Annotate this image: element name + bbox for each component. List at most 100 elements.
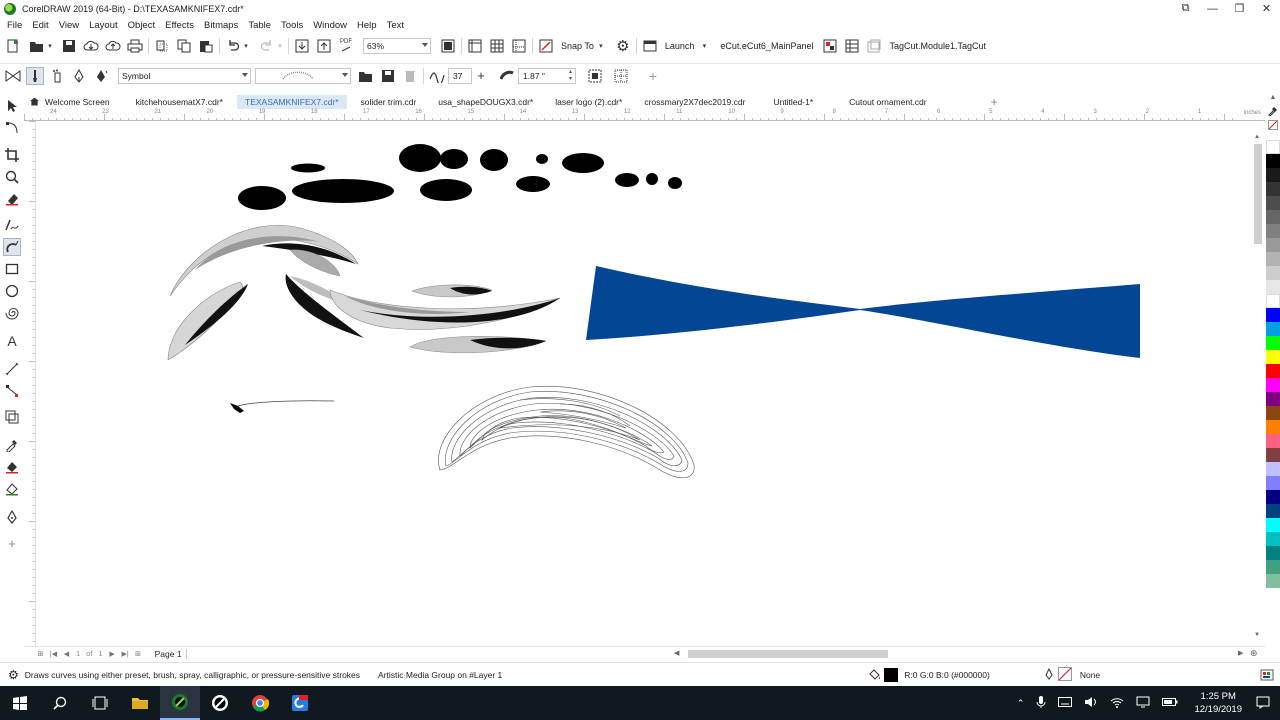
- settings-gear-icon[interactable]: ⚙: [8, 668, 19, 682]
- freehand-smoothing-icon[interactable]: [428, 67, 446, 85]
- palette-swatch[interactable]: [1266, 364, 1280, 378]
- palette-swatch[interactable]: [1266, 490, 1280, 504]
- parallel-dimension-tool-icon[interactable]: [3, 360, 21, 378]
- chrome-icon[interactable]: [240, 686, 280, 720]
- outline-none-swatch[interactable]: [1057, 666, 1072, 683]
- snap-to-dropdown-icon[interactable]: ▾: [594, 37, 608, 55]
- palette-swatch[interactable]: [1266, 210, 1280, 224]
- redo-icon[interactable]: [258, 37, 276, 55]
- zoom-tool-icon[interactable]: [3, 168, 21, 186]
- delete-stroke-icon[interactable]: [401, 67, 419, 85]
- brush-mode-icon[interactable]: [26, 66, 44, 85]
- palette-swatch[interactable]: [1266, 518, 1280, 532]
- menu-tools[interactable]: Tools: [276, 20, 308, 31]
- vertical-ruler[interactable]: [24, 121, 36, 646]
- fill-bucket-icon[interactable]: [868, 668, 882, 682]
- palette-swatch[interactable]: [1266, 560, 1280, 574]
- table-icon[interactable]: [843, 37, 861, 55]
- tab-solider-trim[interactable]: solider trim.cdr: [353, 95, 425, 109]
- maximize-button[interactable]: ❐: [1226, 0, 1253, 17]
- palette-swatch[interactable]: [1266, 462, 1280, 476]
- snap-to-label[interactable]: Snap To: [561, 41, 594, 51]
- expression-mode-icon[interactable]: [92, 67, 110, 85]
- smart-fill-tool-icon[interactable]: [3, 480, 21, 498]
- cloud-download-icon[interactable]: [82, 37, 100, 55]
- page-tab-1[interactable]: Page 1: [151, 648, 187, 659]
- palette-swatch[interactable]: [1266, 546, 1280, 560]
- microphone-icon[interactable]: [1036, 695, 1046, 711]
- interactive-fill-tool-icon[interactable]: [3, 458, 21, 476]
- palette-swatch[interactable]: [1266, 350, 1280, 364]
- bounding-box-icon[interactable]: [612, 67, 630, 85]
- menu-view[interactable]: View: [54, 20, 84, 31]
- paste-icon[interactable]: [197, 37, 215, 55]
- add-tool-icon[interactable]: +: [3, 534, 21, 552]
- outline-pen-icon[interactable]: [1044, 667, 1054, 682]
- file-explorer-icon[interactable]: [120, 686, 160, 720]
- horizontal-ruler[interactable]: inches 24 23 21 20 19 18 17 16 15 14 13 12 11 10 9 8 7 6 5…: [24, 109, 1265, 121]
- horizontal-scroll-thumb[interactable]: [688, 650, 888, 658]
- redo-dropdown-icon[interactable]: ▾: [276, 37, 284, 55]
- smoothing-input[interactable]: 37: [448, 67, 472, 84]
- palette-swatch[interactable]: [1266, 378, 1280, 392]
- contour-outline-shape[interactable]: [438, 385, 695, 478]
- gear-icon[interactable]: ⚙: [614, 37, 632, 55]
- eyedropper-palette-icon[interactable]: [1266, 104, 1280, 118]
- open-dropdown-icon[interactable]: ▾: [46, 37, 54, 55]
- no-color-swatch[interactable]: [1266, 118, 1280, 132]
- shape-tool-icon[interactable]: [3, 119, 21, 137]
- shadow-tool-icon[interactable]: [3, 408, 21, 426]
- spiral-tool-icon[interactable]: [3, 304, 21, 322]
- import-icon[interactable]: [293, 37, 311, 55]
- sprayer-mode-icon[interactable]: [48, 67, 66, 85]
- copy-icon[interactable]: [175, 37, 193, 55]
- crop-tool-icon[interactable]: [3, 146, 21, 164]
- tab-kitchehousemat[interactable]: kitchehousematX7.cdr*: [128, 95, 231, 109]
- restore-help-icon[interactable]: ⧉: [1172, 0, 1199, 17]
- zoom-navigator-icon[interactable]: ⊕: [1250, 648, 1258, 659]
- palette-swatch[interactable]: [1266, 294, 1280, 308]
- menu-file[interactable]: File: [2, 20, 27, 31]
- scale-with-object-icon[interactable]: [586, 67, 604, 85]
- tagcut-plugin-button[interactable]: TagCut.Module1.TagCut: [889, 41, 986, 51]
- tab-laser-logo[interactable]: laser logo (2).cdr*: [547, 95, 630, 109]
- menu-table[interactable]: Table: [243, 20, 276, 31]
- export-icon[interactable]: [315, 37, 333, 55]
- keyboard-icon[interactable]: [1058, 697, 1073, 709]
- publish-pdf-icon[interactable]: PDF: [337, 37, 355, 55]
- palette-swatch[interactable]: [1266, 280, 1280, 294]
- menu-window[interactable]: Window: [308, 20, 352, 31]
- palette-swatch[interactable]: [1266, 252, 1280, 266]
- palette-swatch[interactable]: [1266, 238, 1280, 252]
- palette-swatch[interactable]: [1266, 168, 1280, 182]
- task-view-icon[interactable]: [80, 686, 120, 720]
- panel-scroll-up-icon[interactable]: ▲: [1266, 94, 1280, 104]
- scroll-right-icon[interactable]: ▶: [1238, 649, 1243, 657]
- artistic-media-tool-icon[interactable]: [3, 238, 21, 256]
- volume-icon[interactable]: [1084, 696, 1098, 710]
- snap-to-icon[interactable]: [537, 37, 555, 55]
- add-page-icon[interactable]: ⊞: [34, 648, 47, 660]
- ecut-plugin-button[interactable]: eCut.eCut6_MainPanel: [720, 41, 813, 51]
- palette-swatch[interactable]: [1266, 434, 1280, 448]
- preset-mode-icon[interactable]: [4, 67, 22, 85]
- ellipse-tool-icon[interactable]: [3, 282, 21, 300]
- coreldraw-second-icon[interactable]: [200, 686, 240, 720]
- last-page-icon[interactable]: ▶|: [119, 648, 132, 660]
- eraser-tool-icon[interactable]: [3, 190, 21, 208]
- quick-customize-icon[interactable]: +: [644, 67, 662, 85]
- spinner-arrows-icon[interactable]: ▴ ▾: [569, 69, 572, 83]
- freehand-tool-icon[interactable]: [3, 216, 21, 234]
- add-page-end-icon[interactable]: ⊞: [132, 648, 145, 660]
- tab-usa-shape[interactable]: usa_shapeDOUGX3.cdr*: [430, 95, 541, 109]
- palette-swatch[interactable]: [1266, 574, 1280, 588]
- coreldraw-taskbar-icon[interactable]: [160, 686, 200, 720]
- color-proof-icon[interactable]: [1260, 668, 1274, 684]
- fill-color-swatch[interactable]: [884, 667, 899, 682]
- network-icon[interactable]: [1136, 696, 1150, 710]
- palette-swatch[interactable]: [1266, 504, 1280, 518]
- palette-swatch[interactable]: [1266, 196, 1280, 210]
- print-icon[interactable]: [126, 37, 144, 55]
- palette-swatch[interactable]: [1266, 336, 1280, 350]
- battery-icon[interactable]: [1162, 697, 1178, 709]
